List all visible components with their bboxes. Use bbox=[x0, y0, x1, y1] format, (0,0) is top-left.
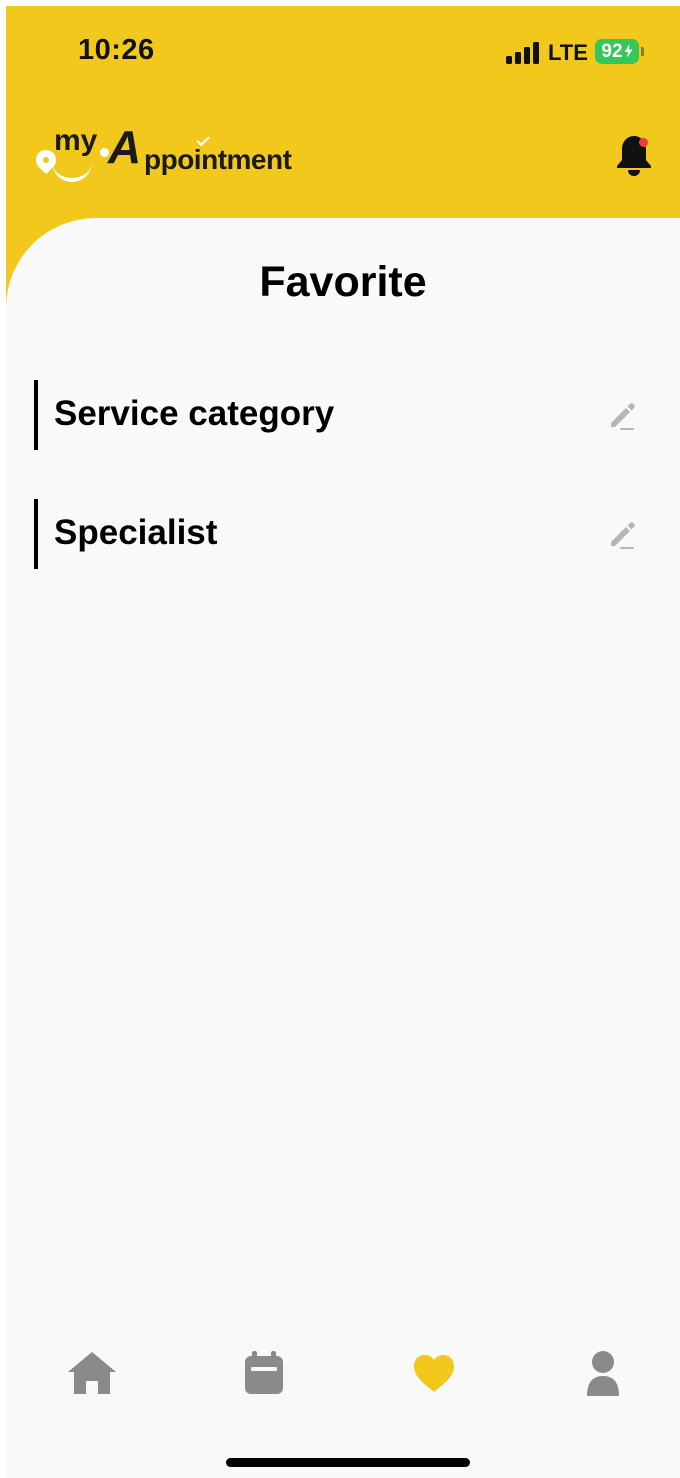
page-title: Favorite bbox=[259, 258, 427, 306]
network-label: LTE bbox=[548, 40, 588, 65]
app-logo: my A ppointment bbox=[31, 121, 324, 194]
home-icon[interactable] bbox=[64, 1348, 120, 1398]
heart-icon[interactable] bbox=[406, 1348, 462, 1398]
logo-text-rest: ppointment bbox=[144, 144, 292, 175]
favorite-label: Specialist bbox=[54, 513, 218, 552]
edit-pencil-icon[interactable] bbox=[606, 519, 638, 551]
edit-pencil-icon[interactable] bbox=[606, 400, 638, 432]
battery-level: 92 bbox=[601, 41, 623, 62]
calendar-icon[interactable] bbox=[236, 1348, 292, 1398]
logo-text-my: my bbox=[54, 124, 98, 157]
signal-icon bbox=[506, 42, 540, 64]
row-accent-bar bbox=[34, 380, 38, 450]
profile-icon[interactable] bbox=[575, 1348, 631, 1398]
status-bar: 10:26 LTE 92 bbox=[6, 6, 680, 98]
status-time: 10:26 bbox=[78, 34, 155, 66]
row-accent-bar bbox=[34, 499, 38, 569]
battery-cap bbox=[641, 47, 644, 56]
charging-bolt-icon bbox=[624, 44, 633, 58]
logo-text-a: A bbox=[108, 121, 142, 173]
favorite-label: Service category bbox=[54, 394, 335, 433]
phone-screen: 10:26 LTE 92 my A ppointment Favorite Se… bbox=[6, 6, 680, 1478]
home-indicator bbox=[226, 1458, 470, 1467]
battery-icon: 92 bbox=[595, 39, 639, 64]
bell-icon[interactable] bbox=[614, 134, 654, 178]
favorite-row-service-category[interactable]: Service category bbox=[34, 380, 654, 450]
favorite-row-specialist[interactable]: Specialist bbox=[34, 499, 654, 569]
notification-badge bbox=[639, 138, 648, 147]
bottom-tab-bar bbox=[6, 1336, 680, 1416]
